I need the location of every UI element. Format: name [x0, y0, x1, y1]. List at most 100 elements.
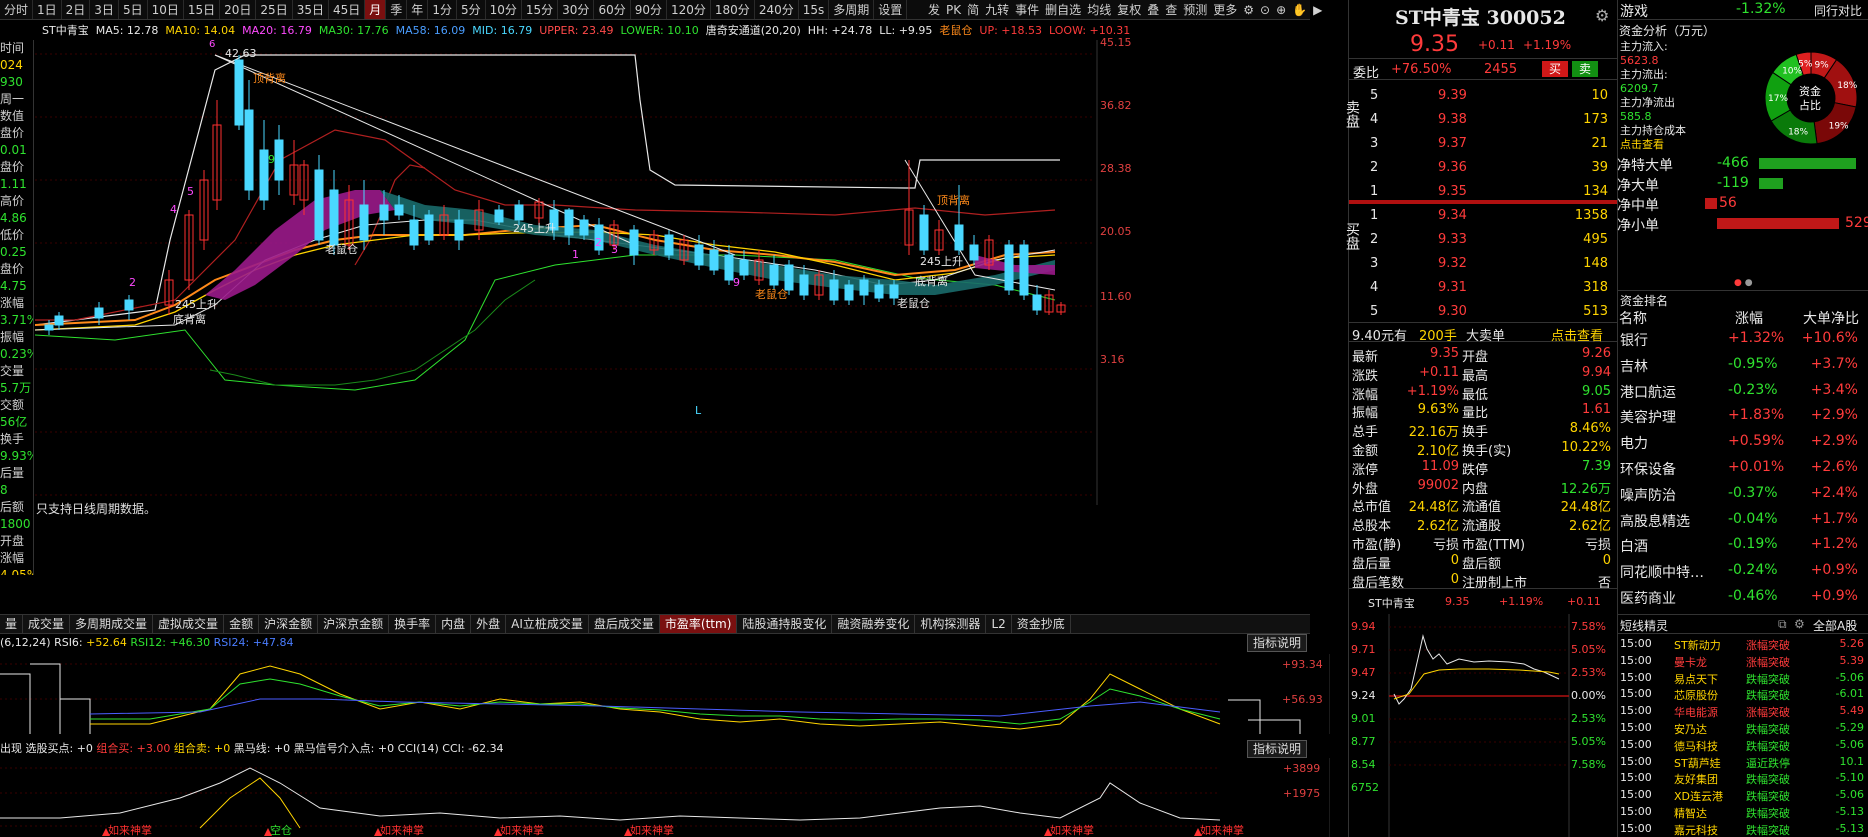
indicator-tab[interactable]: 陆股通持股变化: [737, 615, 833, 633]
period-button[interactable]: 1日: [33, 0, 62, 19]
news-filter[interactable]: 全部A股: [1813, 617, 1857, 634]
period-button[interactable]: 240分: [755, 0, 799, 19]
page-dots[interactable]: ● ●: [1734, 278, 1753, 288]
indicator-tab[interactable]: L2: [986, 615, 1012, 633]
chart-tool-button[interactable]: 简: [964, 1, 982, 18]
toolbar-icon[interactable]: ⊙: [1257, 3, 1273, 17]
orderbook-row[interactable]: 3 9.32 148: [1370, 253, 1610, 277]
period-button[interactable]: 分时: [0, 0, 34, 19]
ranking-col-net[interactable]: 大单净比: [1803, 308, 1859, 328]
chart-tool-button[interactable]: 查: [1162, 1, 1180, 18]
news-row[interactable]: 15:00 德马科技 跌幅突破 -5.06: [1618, 737, 1868, 753]
indicator-tab[interactable]: 沪深金额: [259, 615, 319, 633]
ranking-row[interactable]: 噪声防治 -0.37% +2.4%: [1618, 481, 1868, 507]
chart-tool-button[interactable]: 更多: [1210, 1, 1240, 18]
ranking-row[interactable]: 港口航运 -0.23% +3.4%: [1618, 378, 1868, 404]
indicator-tab[interactable]: 市盈率(ttm): [659, 615, 738, 633]
sell-button[interactable]: 卖: [1572, 61, 1598, 77]
indicator-tab[interactable]: 融资融券变化: [832, 615, 916, 633]
ranking-row[interactable]: 美容护理 +1.83% +2.9%: [1618, 403, 1868, 429]
period-button[interactable]: 年: [407, 0, 429, 19]
period-button[interactable]: 15分: [522, 0, 559, 19]
mini-intraday-chart[interactable]: 9.94 9.71 9.47 9.24 9.01 8.77 8.54 6752 7.58% 5.0…: [1349, 614, 1617, 837]
period-button[interactable]: 10分: [486, 0, 522, 19]
period-button[interactable]: 5分: [457, 0, 486, 19]
settings-gear-icon[interactable]: ⚙: [1595, 6, 1609, 25]
news-row[interactable]: 15:00 嘉元科技 跌幅突破 -5.13: [1618, 821, 1868, 837]
ranking-row[interactable]: 银行 +1.32% +10.6%: [1618, 326, 1868, 352]
orderbook-row[interactable]: 1 9.34 1358: [1370, 205, 1610, 229]
cci-explain-button[interactable]: 指标说明: [1247, 740, 1307, 758]
toolbar-icon[interactable]: ⚙: [1240, 3, 1257, 17]
period-button[interactable]: 季: [386, 0, 408, 19]
indicator-tab[interactable]: 资金抄底: [1012, 615, 1071, 633]
indicator-tab[interactable]: 盘后成交量: [589, 615, 660, 633]
period-button[interactable]: 5日: [119, 0, 148, 19]
chart-tool-button[interactable]: 删自选: [1042, 1, 1084, 18]
period-button[interactable]: 35日: [293, 0, 329, 19]
cci-chart[interactable]: 如来神掌 空仓 如来神掌 如来神掌 如来神掌 如来神掌 如来神掌 +3899 +1975: [0, 758, 1330, 837]
news-row[interactable]: 15:00 精智达 跌幅突破 -5.13: [1618, 804, 1868, 820]
period-button[interactable]: 多周期: [829, 0, 875, 19]
expand-icon[interactable]: ⧉: [1778, 617, 1787, 632]
indicator-tab[interactable]: 机构探测器: [915, 615, 987, 633]
ranking-row[interactable]: 吉林 -0.95% +3.7%: [1618, 352, 1868, 378]
settings-icon[interactable]: ⚙: [1794, 617, 1805, 631]
chart-tool-button[interactable]: 复权: [1114, 1, 1144, 18]
ranking-row[interactable]: 高股息精选 -0.04% +1.7%: [1618, 507, 1868, 533]
indicator-tab[interactable]: 外盘: [471, 615, 507, 633]
news-row[interactable]: 15:00 XD连云港 跌幅突破 -5.06: [1618, 787, 1868, 803]
news-row[interactable]: 15:00 ST葫芦娃 逼近跌停 10.1: [1618, 754, 1868, 770]
news-row[interactable]: 15:00 安乃达 跌幅突破 -5.29: [1618, 720, 1868, 736]
news-row[interactable]: 15:00 曼卡龙 涨幅突破 5.39: [1618, 653, 1868, 669]
news-row[interactable]: 15:00 芯原股份 跌幅突破 -6.01: [1618, 686, 1868, 702]
toolbar-icon[interactable]: ⊕: [1273, 3, 1289, 17]
period-button[interactable]: 30分: [558, 0, 595, 19]
toolbar-icon[interactable]: ▶: [1310, 3, 1325, 17]
orderbook-row[interactable]: 4 9.31 318: [1370, 277, 1610, 301]
period-button[interactable]: 45日: [329, 0, 366, 19]
news-row[interactable]: 15:00 友好集团 跌幅突破 -5.10: [1618, 770, 1868, 786]
chart-tool-button[interactable]: 预测: [1180, 1, 1210, 18]
chart-tool-button[interactable]: 均线: [1084, 1, 1114, 18]
chart-tool-button[interactable]: PK: [943, 3, 964, 17]
chart-tool-button[interactable]: 事件: [1012, 1, 1042, 18]
indicator-tab[interactable]: 多周期成交量: [70, 615, 154, 633]
orderbook-row[interactable]: 3 9.37 21: [1370, 133, 1610, 157]
news-row[interactable]: 15:00 ST新动力 涨幅突破 5.26: [1618, 636, 1868, 652]
indicator-tab[interactable]: 换手率: [389, 615, 437, 633]
period-button[interactable]: 15日: [184, 0, 221, 19]
orderbook-row[interactable]: 4 9.38 173: [1370, 109, 1610, 133]
sector-name[interactable]: 游戏: [1620, 1, 1648, 21]
orderbook-row[interactable]: 5 9.39 10: [1370, 85, 1610, 109]
ranking-row[interactable]: 医药商业 -0.46% +0.9%: [1618, 584, 1868, 610]
news-row[interactable]: 15:00 易点天下 跌幅突破 -5.06: [1618, 670, 1868, 686]
period-button[interactable]: 180分: [711, 0, 755, 19]
rsi-explain-button[interactable]: 指标说明: [1247, 634, 1307, 652]
period-button[interactable]: 60分: [594, 0, 631, 19]
big-order-link[interactable]: 点击查看: [1551, 325, 1603, 344]
ranking-row[interactable]: 白酒 -0.19% +1.2%: [1618, 532, 1868, 558]
period-button[interactable]: 3日: [90, 0, 119, 19]
peer-compare-button[interactable]: 同行对比: [1814, 2, 1862, 19]
period-button[interactable]: 设置: [874, 0, 908, 19]
orderbook-row[interactable]: 2 9.36 39: [1370, 157, 1610, 181]
period-button[interactable]: 1分: [428, 0, 457, 19]
indicator-tab[interactable]: 成交量: [23, 615, 71, 633]
ranking-col-name[interactable]: 名称: [1619, 308, 1647, 328]
toolbar-icon[interactable]: ✋: [1289, 3, 1310, 17]
orderbook-row[interactable]: 2 9.33 495: [1370, 229, 1610, 253]
news-row[interactable]: 15:00 华电能源 涨幅突破 5.49: [1618, 703, 1868, 719]
period-button[interactable]: 20日: [220, 0, 257, 19]
chart-tool-button[interactable]: 九转: [982, 1, 1012, 18]
period-button[interactable]: 25日: [256, 0, 293, 19]
ranking-col-pct[interactable]: 涨幅: [1735, 308, 1763, 328]
rsi-chart[interactable]: +93.34 +56.93: [0, 654, 1330, 734]
chart-tool-button[interactable]: 叠: [1144, 1, 1162, 18]
period-button[interactable]: 120分: [667, 0, 711, 19]
period-button[interactable]: 月: [365, 0, 387, 19]
period-button[interactable]: 2日: [62, 0, 91, 19]
ranking-row[interactable]: 同花顺中特… -0.24% +0.9%: [1618, 558, 1868, 584]
ranking-row[interactable]: 环保设备 +0.01% +2.6%: [1618, 455, 1868, 481]
indicator-tab[interactable]: AI立桩成交量: [506, 615, 589, 633]
